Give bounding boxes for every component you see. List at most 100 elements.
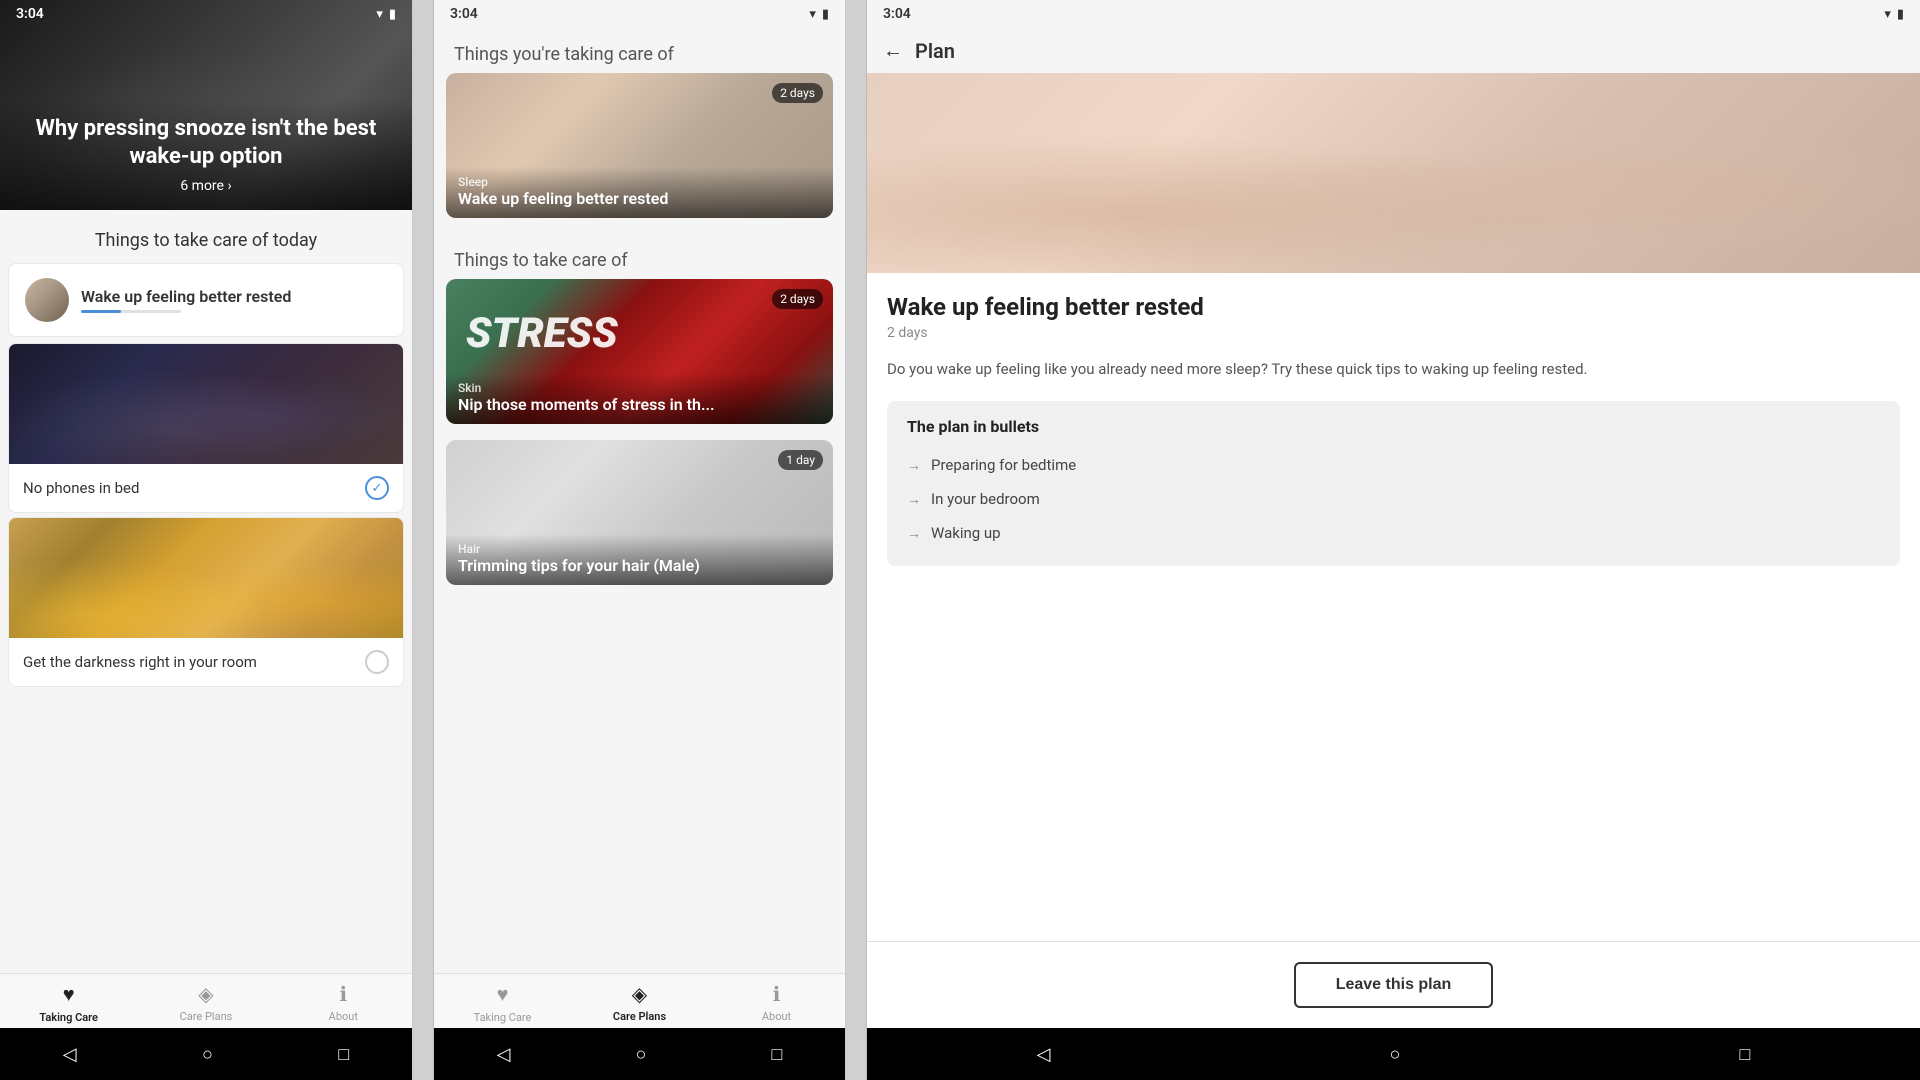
p2-hair-category: Hair <box>458 542 821 556</box>
task-label: Wake up feeling better rested <box>81 287 291 306</box>
taking-care-icon-1: ♥ <box>63 982 75 1007</box>
p2-card-hair[interactable]: 1 day Hair Trimming tips for your hair (… <box>446 440 833 585</box>
p2-stress-info: Skin Nip those moments of stress in th..… <box>446 373 833 424</box>
card-item-phones[interactable]: No phones in bed <box>8 343 404 513</box>
check-circle-bedroom[interactable] <box>365 650 389 674</box>
nav-taking-care-1[interactable]: ♥ Taking Care <box>0 982 137 1024</box>
p3-bullets-title: The plan in bullets <box>907 417 1880 436</box>
card-text-row-bedroom: Get the darkness right in your room <box>9 638 403 686</box>
p3-description: Do you wake up feeling like you already … <box>887 357 1900 381</box>
battery-icon-2: ▮ <box>822 7 829 22</box>
status-time-1: 3:04 <box>16 6 44 22</box>
card-item-bedroom[interactable]: Get the darkness right in your room <box>8 517 404 687</box>
p2-hair-title: Trimming tips for your hair (Male) <box>458 556 821 575</box>
p3-bullet-3: → Waking up <box>907 516 1880 550</box>
care-plans-icon-2: ◈ <box>632 982 647 1006</box>
status-icons-2: ▾ ▮ <box>809 7 829 22</box>
p2-section-take-care: Things to take care of <box>434 234 845 279</box>
p2-sleep-category: Sleep <box>458 175 821 189</box>
android-recents-3[interactable]: □ <box>1740 1044 1751 1065</box>
nav-care-plans-1[interactable]: ◈ Care Plans <box>137 982 274 1024</box>
stress-text-decoration: STRESS <box>466 309 618 358</box>
p3-content: Wake up feeling better rested 2 days Do … <box>867 273 1920 627</box>
p2-sleep-title: Wake up feeling better rested <box>458 189 821 208</box>
p2-stress-image: STRESS 2 days Skin Nip those moments of … <box>446 279 833 424</box>
care-plans-icon-1: ◈ <box>198 982 213 1006</box>
nav-taking-care-2[interactable]: ♥ Taking Care <box>434 982 571 1024</box>
nav-label-care-plans-1: Care Plans <box>180 1010 233 1023</box>
p3-header-title: Plan <box>915 39 955 63</box>
card-list: No phones in bed Get the darkness right … <box>0 343 412 973</box>
task-info: Wake up feeling better rested <box>81 287 291 313</box>
task-thumbnail <box>25 278 69 322</box>
screen-panel-1: 3:04 ▾ ▮ Why pressing snooze isn't the b… <box>0 0 413 1080</box>
status-icons-1: ▾ ▮ <box>376 7 396 22</box>
wifi-icon-3: ▾ <box>1884 7 1891 22</box>
card-image-phones <box>9 344 403 464</box>
phones-decoration <box>9 344 403 464</box>
android-back-3[interactable]: ◁ <box>1037 1044 1051 1065</box>
bedroom-decoration <box>9 518 403 638</box>
back-button[interactable]: ← <box>883 38 903 63</box>
android-back-2[interactable]: ◁ <box>497 1044 511 1065</box>
android-back-1[interactable]: ◁ <box>63 1044 77 1065</box>
status-time-3: 3:04 <box>883 6 911 22</box>
bullet-label-3: Waking up <box>931 524 1001 542</box>
panel-gap-2 <box>846 0 866 1080</box>
android-home-3[interactable]: ○ <box>1390 1044 1401 1065</box>
p2-sleep-info: Sleep Wake up feeling better rested <box>446 167 833 218</box>
p3-header: ← Plan <box>867 28 1920 73</box>
about-icon-2: ℹ <box>773 982 781 1006</box>
taking-care-icon-2: ♥ <box>497 982 509 1007</box>
p2-sleep-badge: 2 days <box>772 83 823 103</box>
status-bar-1: 3:04 ▾ ▮ <box>0 0 412 28</box>
bullet-arrow-3: → <box>907 525 921 542</box>
nav-label-about-2: About <box>762 1010 791 1023</box>
task-progress-fill <box>81 310 121 313</box>
screen-panel-2: 3:04 ▾ ▮ Things you're taking care of 2 … <box>433 0 846 1080</box>
status-bar-2: 3:04 ▾ ▮ <box>434 0 845 28</box>
bullet-label-1: Preparing for bedtime <box>931 456 1076 474</box>
panel-gap-1 <box>413 0 433 1080</box>
check-circle-phones[interactable] <box>365 476 389 500</box>
status-icons-3: ▾ ▮ <box>1884 7 1904 22</box>
card-text-row-phones: No phones in bed <box>9 464 403 512</box>
nav-care-plans-2[interactable]: ◈ Care Plans <box>571 982 708 1024</box>
p2-card-stress[interactable]: STRESS 2 days Skin Nip those moments of … <box>446 279 833 424</box>
nav-label-taking-care-2: Taking Care <box>474 1011 532 1024</box>
android-nav-3: ◁ ○ □ <box>867 1028 1920 1080</box>
bullet-arrow-2: → <box>907 491 921 508</box>
nav-label-care-plans-2: Care Plans <box>613 1010 666 1023</box>
status-bar-3: 3:04 ▾ ▮ <box>867 0 1920 28</box>
p2-sleep-image: 2 days Sleep Wake up feeling better rest… <box>446 73 833 218</box>
p3-leave-section: Leave this plan <box>867 941 1920 1028</box>
p2-card-sleep[interactable]: 2 days Sleep Wake up feeling better rest… <box>446 73 833 218</box>
android-recents-1[interactable]: □ <box>338 1044 349 1065</box>
screen-panel-3: 3:04 ▾ ▮ ← Plan Wake up feeling better r… <box>866 0 1920 1080</box>
bottom-nav-1: ♥ Taking Care ◈ Care Plans ℹ About <box>0 973 412 1028</box>
p3-days: 2 days <box>887 325 1900 341</box>
bullet-arrow-1: → <box>907 457 921 474</box>
p3-bullet-1: → Preparing for bedtime <box>907 448 1880 482</box>
p3-hero-image <box>867 73 1920 273</box>
android-home-1[interactable]: ○ <box>202 1044 213 1065</box>
battery-icon-1: ▮ <box>389 7 396 22</box>
p2-stress-category: Skin <box>458 381 821 395</box>
hero-overlay: Why pressing snooze isn't the best wake-… <box>0 99 412 210</box>
nav-about-1[interactable]: ℹ About <box>275 982 412 1024</box>
task-progress-bar <box>81 310 181 313</box>
battery-icon-3: ▮ <box>1897 7 1904 22</box>
android-nav-1: ◁ ○ □ <box>0 1028 412 1080</box>
android-nav-2: ◁ ○ □ <box>434 1028 845 1080</box>
bottom-nav-2: ♥ Taking Care ◈ Care Plans ℹ About <box>434 973 845 1028</box>
leave-plan-button[interactable]: Leave this plan <box>1294 962 1494 1008</box>
bullet-label-2: In your bedroom <box>931 490 1040 508</box>
android-recents-2[interactable]: □ <box>772 1044 783 1065</box>
android-home-2[interactable]: ○ <box>636 1044 647 1065</box>
p2-hair-badge: 1 day <box>778 450 823 470</box>
p2-stress-title: Nip those moments of stress in th... <box>458 395 821 414</box>
active-task-item[interactable]: Wake up feeling better rested <box>8 263 404 337</box>
hero-more-link[interactable]: 6 more › <box>16 178 396 194</box>
nav-about-2[interactable]: ℹ About <box>708 982 845 1024</box>
wifi-icon-1: ▾ <box>376 7 383 22</box>
